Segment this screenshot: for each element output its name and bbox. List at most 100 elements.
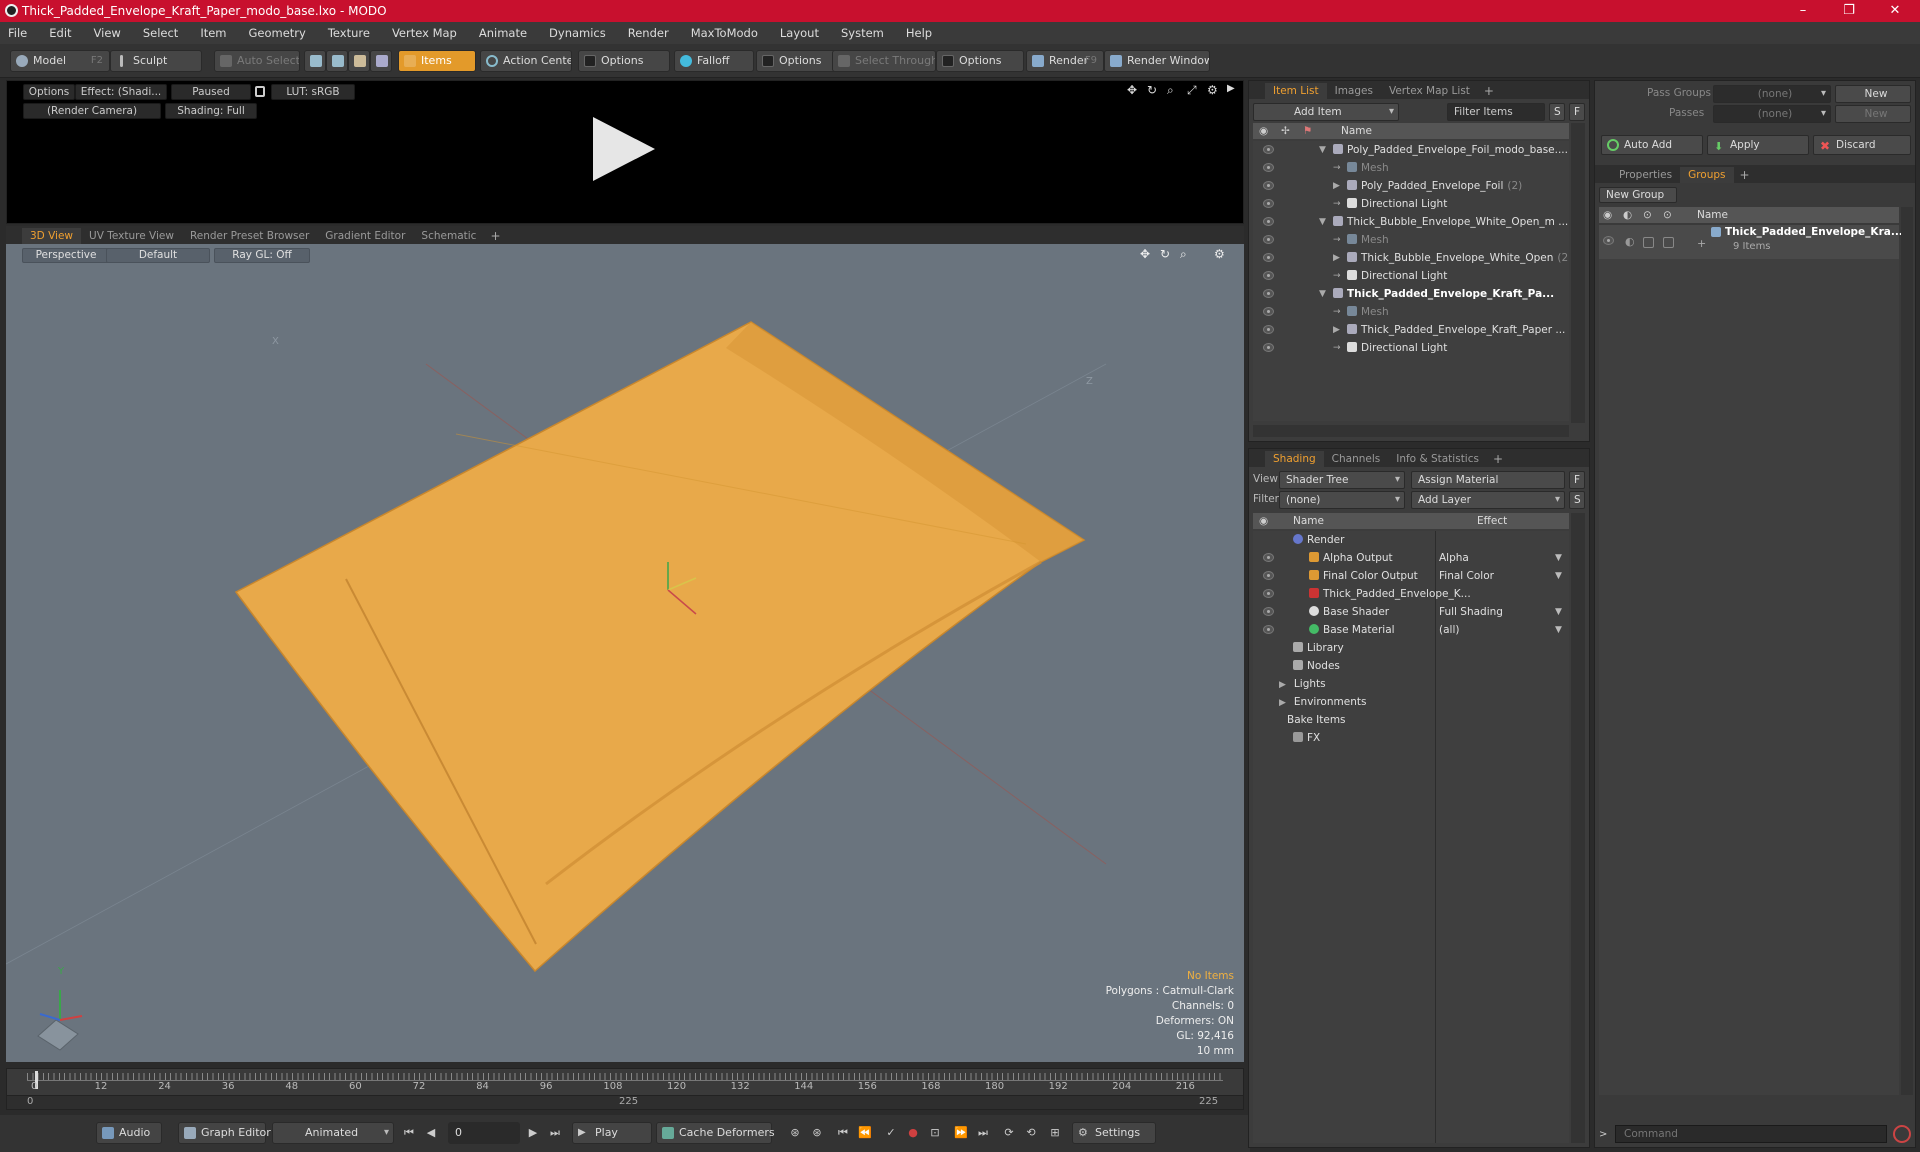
tab-3d-view[interactable]: 3D View [22,228,82,244]
group-row[interactable]: ◐ + Thick_Padded_Envelope_Kra... 9 Items [1599,225,1903,259]
next-key-icon[interactable]: ⏭ [974,1124,992,1142]
render-button[interactable]: Render F9 [1026,50,1104,72]
timeline-range-bar[interactable]: 0 225 225 [7,1095,1243,1109]
shader-row[interactable]: Final Color Output Final Color ▼ [1253,567,1569,585]
groups-scrollbar[interactable] [1901,207,1913,1095]
render-toggle-icon[interactable]: ◐ [1625,235,1635,248]
falloff-button[interactable]: Falloff [674,50,754,72]
menu-file[interactable]: File [8,26,27,40]
shader-row[interactable]: Library [1253,639,1569,657]
sculpt-mode-button[interactable]: Sculpt [110,50,202,72]
model-mode-button[interactable]: Model F2 [10,50,110,72]
auto-add-button[interactable]: Auto Add [1601,135,1703,155]
animated-dropdown[interactable]: Animated [272,1122,394,1144]
select-through-options-button[interactable]: Options [936,50,1024,72]
eye-icon[interactable] [1263,163,1274,172]
add-tab-icon[interactable]: + [1478,83,1500,99]
menu-help[interactable]: Help [906,26,932,40]
item-list-row[interactable]: ▶ Thick_Bubble_Envelope_White_Open(2) [1253,249,1569,267]
tab-render-preset-browser[interactable]: Render Preset Browser [182,228,317,244]
expand-icon[interactable]: → [1333,195,1341,213]
materials-mode-button[interactable] [370,50,392,72]
item-list-row[interactable]: → Directional Light [1253,339,1569,357]
item-list-row[interactable]: → Directional Light [1253,195,1569,213]
effect-dropdown[interactable]: Alpha [1439,549,1469,567]
item-list-row[interactable]: ▼ Thick_Bubble_Envelope_White_Open_m ... [1253,213,1569,231]
shader-row[interactable]: FX [1253,729,1569,747]
eye-icon[interactable] [1263,553,1274,562]
eye-icon[interactable] [1263,289,1274,298]
expand-icon[interactable]: → [1333,159,1341,177]
eye-icon[interactable] [1263,325,1274,334]
item-list-row[interactable]: ▼ Thick_Padded_Envelope_Kraft_Pa... [1253,285,1569,303]
view-dropdown[interactable]: Shader Tree [1279,471,1405,489]
move-icon[interactable]: ✥ [1127,83,1137,97]
chevron-down-icon[interactable]: ▼ [1555,621,1562,639]
render-window-button[interactable]: Render Window [1104,50,1210,72]
sync-icon[interactable]: ⟲ [1022,1124,1040,1142]
pass-groups-dropdown[interactable]: (none) [1713,85,1831,103]
next-frame-key-icon[interactable]: ⏩ [952,1124,970,1142]
close-button[interactable]: ✕ [1872,0,1918,22]
eye-icon[interactable] [1263,625,1274,634]
item-list-f-button[interactable]: F [1569,103,1585,121]
expand-icon[interactable]: → [1333,303,1341,321]
new-pass-group-button[interactable]: New [1835,85,1911,103]
menu-view[interactable]: View [94,26,121,40]
play-render-icon[interactable] [593,117,655,181]
go-to-end-icon[interactable]: ⏭ [546,1124,564,1142]
eye-icon[interactable] [1263,181,1274,190]
eye-icon[interactable] [1263,307,1274,316]
collapse-icon[interactable]: ▼ [1319,213,1326,231]
menu-layout[interactable]: Layout [780,26,819,40]
expand-icon[interactable]: ▶ [1279,698,1286,708]
shader-row[interactable]: Render [1253,531,1569,549]
shading-f-button[interactable]: F [1569,471,1585,489]
tab-images[interactable]: Images [1327,83,1381,99]
chevron-down-icon[interactable]: ▼ [1555,549,1562,567]
lock-icon[interactable] [255,86,265,97]
key-all-icon[interactable]: ⊛ [808,1124,826,1142]
minimize-button[interactable]: – [1780,0,1826,22]
new-group-button[interactable]: New Group [1599,187,1677,203]
item-list-row[interactable]: → Mesh [1253,231,1569,249]
item-list-row[interactable]: → Directional Light [1253,267,1569,285]
menu-system[interactable]: System [841,26,884,40]
command-history-icon[interactable] [1893,1125,1911,1143]
shading-s-button[interactable]: S [1569,491,1585,509]
expand-icon[interactable]: → [1333,231,1341,249]
action-center-button[interactable]: Action Center [480,50,572,72]
menu-geometry[interactable]: Geometry [249,26,306,40]
loop-icon[interactable]: ⟳ [1000,1124,1018,1142]
expand-icon[interactable]: → [1333,267,1341,285]
menu-item[interactable]: Item [200,26,226,40]
menu-maxtomodo[interactable]: MaxToModo [691,26,758,40]
apply-button[interactable]: ⬇ Apply [1707,135,1809,155]
add-layer-dropdown[interactable]: Add Layer [1411,491,1565,509]
timeline[interactable]: 0 12 24 36 48 60 72 84 96 108 120 132 144 156 168 180 19… [6,1068,1244,1110]
shader-row[interactable]: Base Material (all) ▼ [1253,621,1569,639]
preview-effect-dropdown[interactable]: Effect: (Shadi... [75,84,167,100]
record-icon[interactable]: ● [904,1124,922,1142]
expand-icon[interactable]: ▶ [1333,321,1340,339]
gear-icon[interactable]: ⚙ [1207,83,1218,97]
expand-icon[interactable]: ▶ [1333,177,1340,195]
tab-info-statistics[interactable]: Info & Statistics [1388,451,1487,467]
lut-dropdown[interactable]: LUT: sRGB [271,84,355,100]
menu-edit[interactable]: Edit [49,26,71,40]
tab-shading[interactable]: Shading [1265,451,1324,467]
key-filter-icon[interactable]: ⊡ [926,1124,944,1142]
item-list-s-button[interactable]: S [1549,103,1565,121]
play-button[interactable]: ▶ Play [572,1122,652,1144]
item-list-scrollbar[interactable] [1571,123,1585,423]
menu-dynamics[interactable]: Dynamics [549,26,606,40]
eye-icon[interactable] [1263,571,1274,580]
prev-frame-key-icon[interactable]: ⏪ [856,1124,874,1142]
filter-dropdown[interactable]: (none) [1279,491,1405,509]
eye-icon[interactable] [1263,253,1274,262]
eye-icon[interactable] [1263,217,1274,226]
eye-icon[interactable] [1263,589,1274,598]
step-forward-icon[interactable]: ▶ [524,1124,542,1142]
item-list-row[interactable]: ▶ Thick_Padded_Envelope_Kraft_Paper ... [1253,321,1569,339]
frame-input[interactable]: 0 [448,1122,520,1144]
